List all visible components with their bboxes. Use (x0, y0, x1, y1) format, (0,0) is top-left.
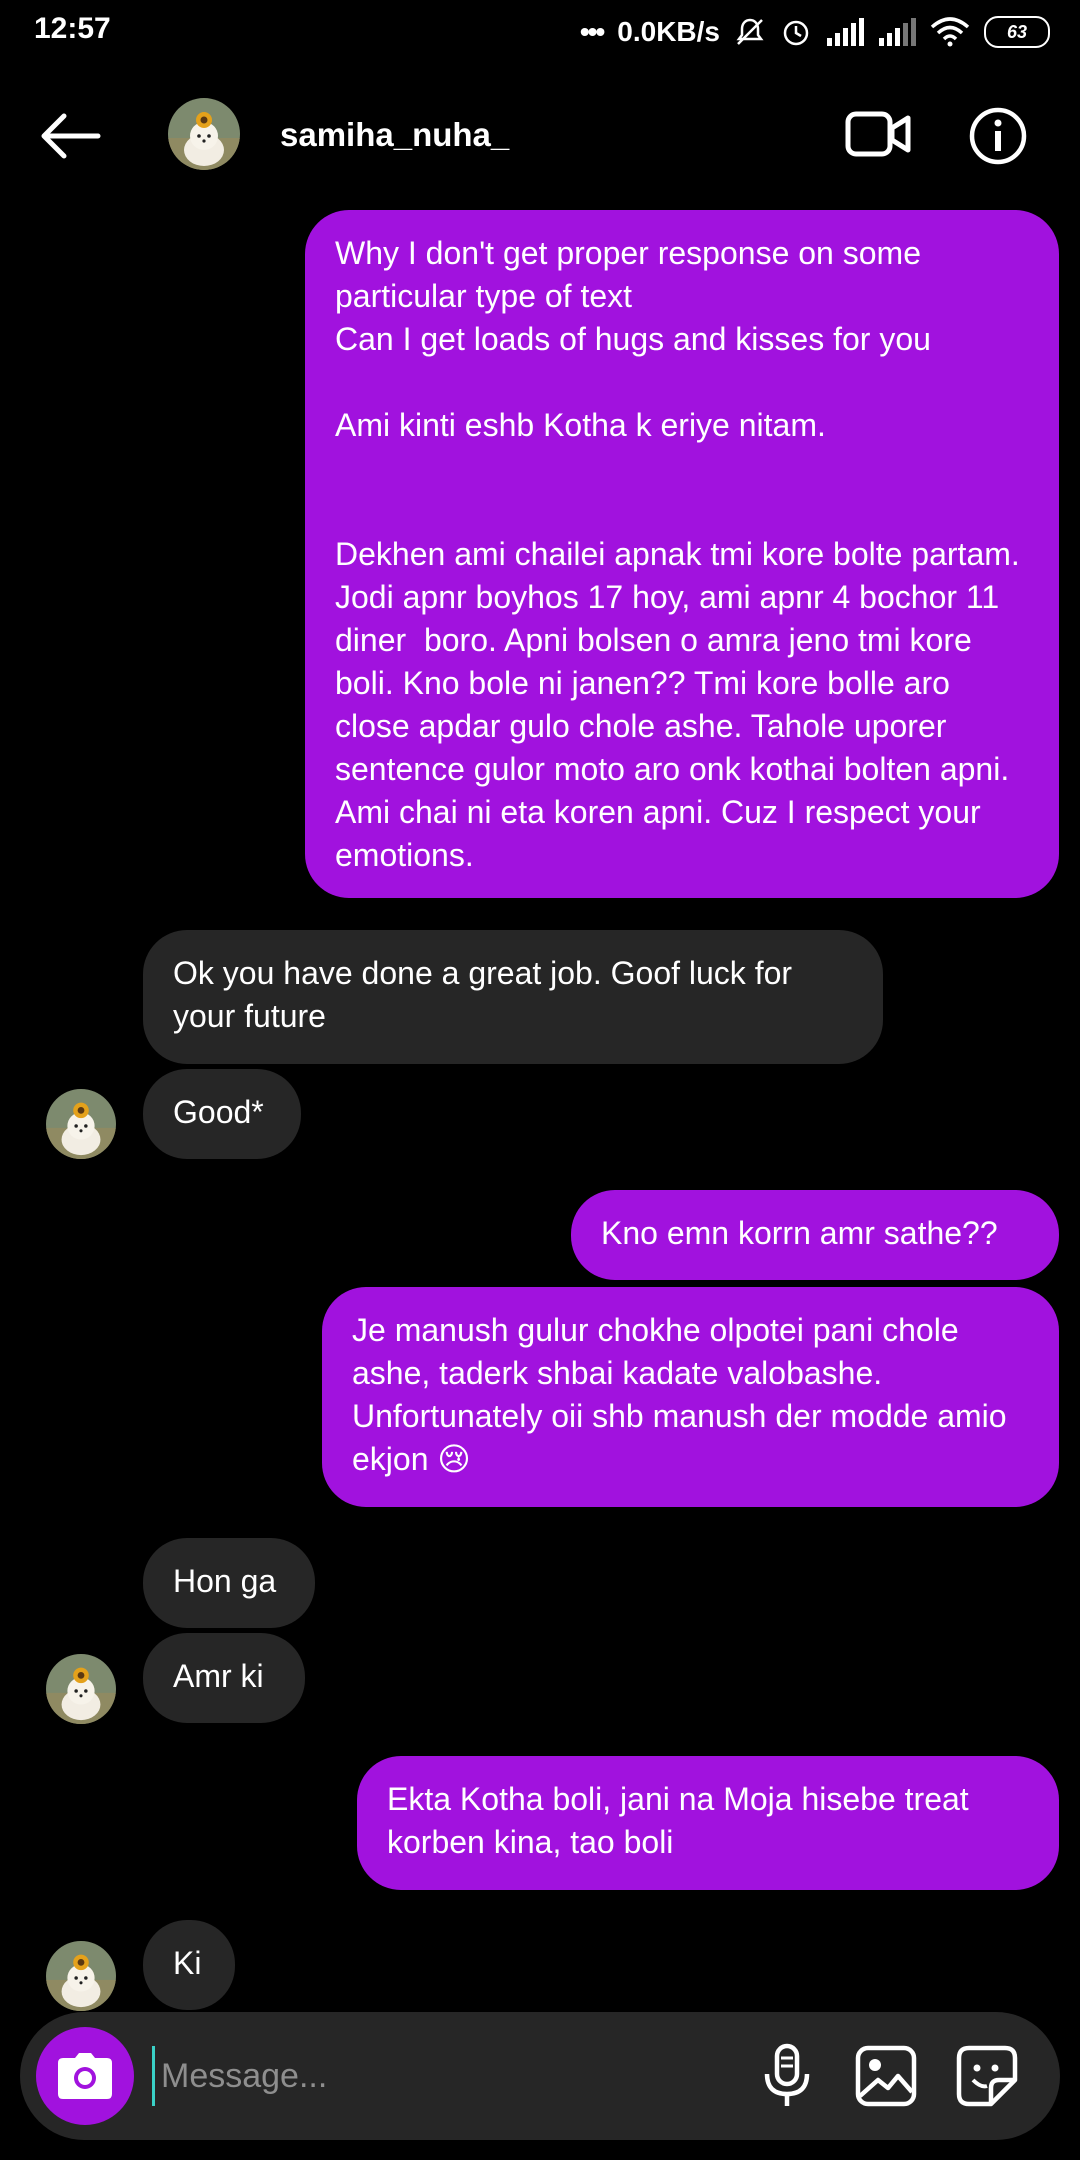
sender-avatar[interactable] (46, 1941, 116, 2011)
chat-username[interactable]: samiha_nuha_ (280, 116, 509, 154)
message-received[interactable]: Amr ki (143, 1633, 305, 1723)
battery-indicator: 63 (984, 16, 1050, 48)
message-sent[interactable]: Why I don't get proper response on some … (305, 210, 1059, 898)
message-received[interactable]: Hon ga (143, 1538, 315, 1628)
avatar-image (46, 1089, 116, 1159)
message-sent[interactable]: Ekta Kotha boli, jani na Moja hisebe tre… (357, 1756, 1059, 1890)
sender-avatar[interactable] (46, 1089, 116, 1159)
camera-icon (58, 2053, 112, 2099)
network-speed: 0.0KB/s (617, 16, 720, 47)
message-received[interactable]: Good* (143, 1069, 301, 1159)
avatar-image (46, 1941, 116, 2011)
sender-avatar[interactable] (46, 1654, 116, 1724)
alarm-icon (783, 20, 809, 46)
mute-bell-icon (736, 18, 764, 45)
message-received[interactable]: Ki (143, 1920, 235, 2010)
info-icon[interactable] (968, 106, 1028, 166)
battery-level: 63 (1006, 21, 1028, 42)
avatar-image (168, 98, 240, 170)
message-composer (20, 2012, 1060, 2140)
chat-header: samiha_nuha_ (0, 62, 1080, 212)
video-call-icon[interactable] (845, 108, 911, 160)
back-arrow-icon[interactable] (38, 112, 102, 160)
status-icons: ••• 0.0KB/s 63 (580, 10, 1050, 54)
wifi-icon (930, 17, 970, 47)
gallery-icon[interactable] (852, 2042, 920, 2110)
message-received[interactable]: Ok you have done a great job. Goof luck … (143, 930, 883, 1064)
signal-icon-2 (879, 18, 916, 46)
avatar[interactable] (168, 98, 240, 170)
network-speed-dots: ••• (579, 16, 605, 47)
avatar-image (46, 1654, 116, 1724)
message-input[interactable] (152, 2046, 722, 2106)
camera-button[interactable] (36, 2027, 134, 2125)
microphone-icon[interactable] (753, 2042, 821, 2110)
message-sent[interactable]: Je manush gulur chokhe olpotei pani chol… (322, 1287, 1059, 1507)
status-time: 12:57 (34, 12, 111, 45)
status-bar: 12:57 ••• 0.0KB/s 63 (0, 0, 1080, 62)
sticker-icon[interactable] (953, 2042, 1021, 2110)
message-sent[interactable]: Kno emn korrn amr sathe?? (571, 1190, 1059, 1280)
signal-icon (827, 18, 864, 46)
